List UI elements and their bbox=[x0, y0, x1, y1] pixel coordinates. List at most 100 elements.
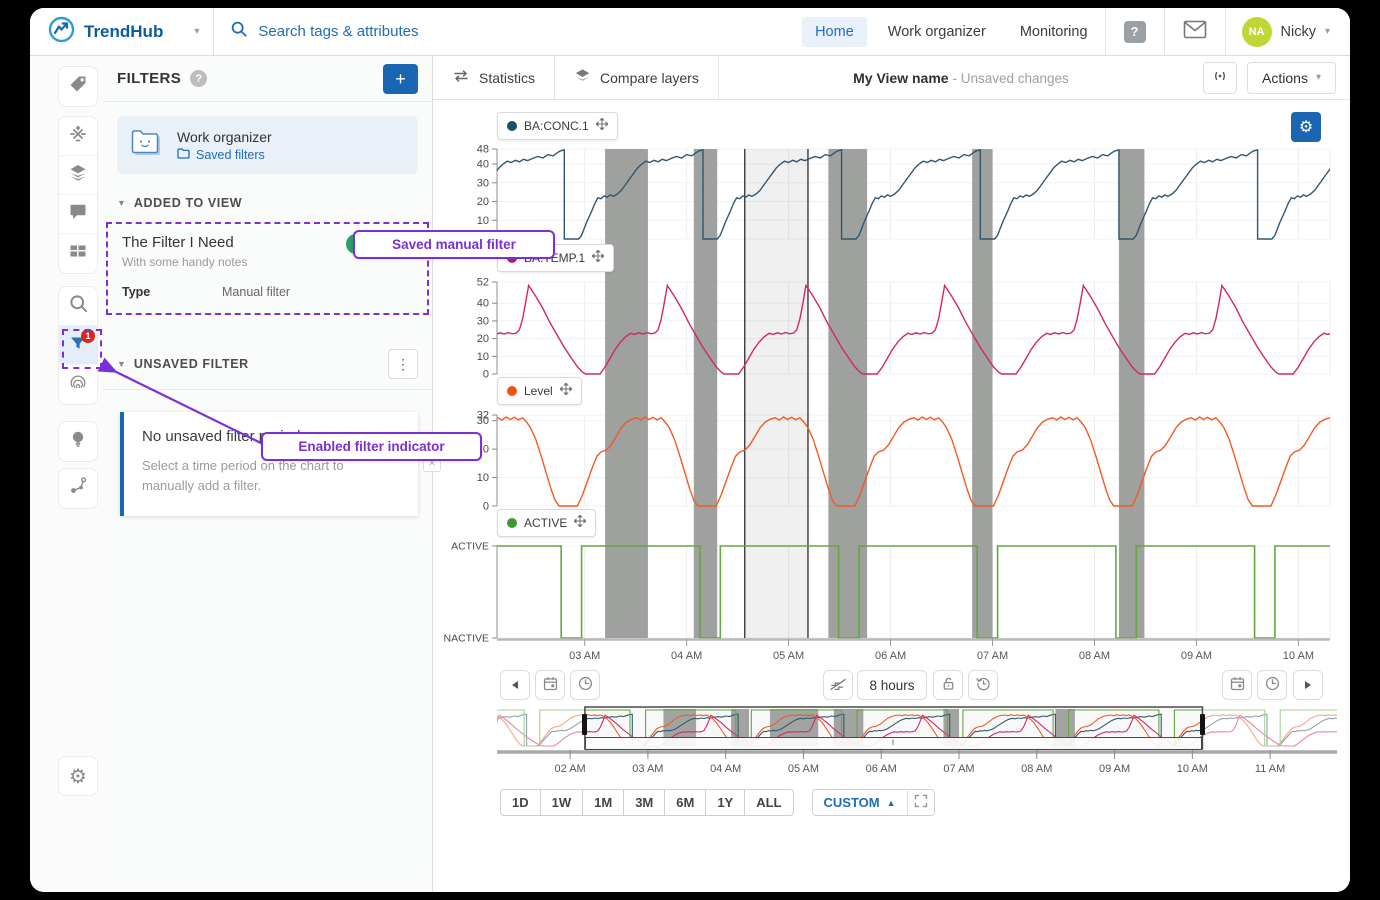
filter-name: The Filter I Need bbox=[122, 234, 247, 251]
actions-button[interactable]: Actions▾ bbox=[1247, 62, 1336, 94]
lock-timespan-button[interactable] bbox=[933, 670, 963, 700]
tab-compare-layers[interactable]: Compare layers bbox=[555, 56, 719, 99]
svg-text:52: 52 bbox=[477, 277, 489, 289]
move-icon[interactable] bbox=[574, 514, 586, 532]
end-time-button[interactable] bbox=[1257, 670, 1287, 700]
svg-text:05 AM: 05 AM bbox=[773, 650, 804, 662]
svg-text:0: 0 bbox=[483, 369, 489, 381]
legend-ba-conc[interactable]: BA:CONC.1 bbox=[497, 112, 618, 140]
pan-right-button[interactable] bbox=[1293, 670, 1323, 700]
svg-text:INACTIVE: INACTIVE bbox=[443, 633, 489, 645]
chart-settings-button[interactable]: ⚙ bbox=[1291, 112, 1321, 142]
filters-help-icon[interactable]: ? bbox=[190, 70, 207, 87]
custom-range-button[interactable]: CUSTOM▲ bbox=[813, 790, 907, 815]
rail-item-dashboard[interactable] bbox=[59, 234, 97, 273]
range-all-button[interactable]: ALL bbox=[745, 789, 793, 816]
lightbulb-icon bbox=[68, 429, 88, 454]
user-menu[interactable]: NA Nicky ▾ bbox=[1225, 8, 1350, 55]
nav-work-organizer[interactable]: Work organizer bbox=[875, 17, 999, 47]
rail-item-fingerprint[interactable] bbox=[59, 365, 97, 404]
calendar-icon bbox=[1229, 675, 1246, 695]
settings-gear-button[interactable]: ⚙ bbox=[58, 756, 98, 796]
nav-monitoring[interactable]: Monitoring bbox=[1007, 17, 1101, 47]
tab-statistics[interactable]: Statistics bbox=[433, 56, 555, 99]
remove-filter-button[interactable]: − bbox=[393, 234, 415, 256]
filter-count-badge: 1 bbox=[81, 329, 95, 343]
svg-text:06 AM: 06 AM bbox=[875, 650, 906, 662]
range-3m-button[interactable]: 3M bbox=[624, 789, 665, 816]
rail-item-ideas[interactable] bbox=[59, 422, 97, 461]
rail-item-context[interactable] bbox=[59, 469, 97, 508]
unsaved-filter-title: No unsaved filter periods bbox=[142, 428, 400, 445]
chart-header: Statistics Compare layers My View name -… bbox=[433, 56, 1350, 100]
overview-minimap[interactable]: ‖ bbox=[497, 706, 1337, 750]
chart-body: 0102030404801020304052010203032ACTIVEINA… bbox=[433, 100, 1350, 665]
fit-range-button[interactable] bbox=[907, 790, 934, 815]
svg-text:04 AM: 04 AM bbox=[710, 763, 741, 775]
rail-item-tags[interactable] bbox=[59, 67, 97, 106]
user-name: Nicky bbox=[1281, 24, 1316, 40]
unsaved-filter-section[interactable]: ▼ UNSAVED FILTER ⋮ bbox=[103, 349, 432, 379]
clock-icon bbox=[1264, 675, 1281, 695]
global-search[interactable] bbox=[213, 8, 798, 55]
top-bar: TrendHub ▾ Home Work organizer Monitorin… bbox=[30, 8, 1350, 56]
chart-panel: Statistics Compare layers My View name -… bbox=[433, 56, 1350, 892]
icon-rail: 1 ⚙ bbox=[30, 56, 103, 892]
chart-type-button[interactable] bbox=[823, 670, 853, 700]
selection-right-handle[interactable] bbox=[1200, 714, 1205, 735]
added-to-view-section[interactable]: ▼ ADDED TO VIEW bbox=[103, 196, 432, 210]
start-time-button[interactable] bbox=[570, 670, 600, 700]
move-icon[interactable] bbox=[560, 382, 572, 400]
range-1m-button[interactable]: 1M bbox=[583, 789, 624, 816]
overview-axis: 02 AM03 AM04 AM05 AM06 AM07 AM08 AM09 AM… bbox=[497, 750, 1350, 781]
svg-text:11 AM: 11 AM bbox=[1255, 763, 1285, 775]
chevron-up-icon: ▲ bbox=[887, 798, 896, 808]
unsaved-filter-menu-button[interactable]: ⋮ bbox=[388, 349, 418, 379]
add-filter-button[interactable]: + bbox=[383, 64, 418, 94]
range-1d-button[interactable]: 1D bbox=[500, 789, 541, 816]
avatar: NA bbox=[1242, 17, 1272, 47]
duration-field[interactable]: 8 hours bbox=[857, 670, 927, 700]
gear-icon: ⚙ bbox=[69, 764, 87, 789]
selection-drag-bar[interactable]: ‖ bbox=[585, 737, 1203, 750]
range-1w-button[interactable]: 1W bbox=[541, 789, 584, 816]
work-organizer-card[interactable]: Work organizer Saved filters bbox=[117, 116, 418, 174]
messages-button[interactable] bbox=[1164, 8, 1225, 55]
filters-panel: FILTERS ? + Work organizer Saved filters… bbox=[103, 56, 433, 892]
live-mode-button[interactable] bbox=[1203, 62, 1237, 94]
history-button[interactable] bbox=[968, 670, 998, 700]
clock-icon bbox=[577, 675, 594, 695]
rail-item-search[interactable] bbox=[59, 287, 97, 326]
help-button[interactable]: ? bbox=[1105, 8, 1164, 55]
svg-text:03 AM: 03 AM bbox=[569, 650, 600, 662]
chevron-down-icon: ▼ bbox=[117, 198, 126, 208]
brand-chevron-down-icon[interactable]: ▾ bbox=[194, 26, 199, 37]
search-input[interactable] bbox=[258, 23, 578, 40]
filters-title: FILTERS bbox=[117, 70, 181, 87]
rail-item-formulas[interactable] bbox=[59, 117, 97, 156]
legend-level[interactable]: Level bbox=[497, 377, 582, 405]
panel-close-button[interactable]: ✕ bbox=[423, 454, 441, 472]
legend-ba-temp[interactable]: BA:TEMP.1 bbox=[497, 244, 614, 272]
legend-active[interactable]: ACTIVE bbox=[497, 509, 596, 537]
saved-filters-link[interactable]: Saved filters bbox=[177, 148, 272, 162]
rail-item-filters[interactable]: 1 bbox=[59, 326, 97, 365]
range-6m-button[interactable]: 6M bbox=[665, 789, 706, 816]
swap-arrows-icon bbox=[452, 69, 470, 86]
filter-enabled-toggle[interactable] bbox=[346, 234, 384, 254]
rail-item-comments[interactable] bbox=[59, 195, 97, 234]
range-1y-button[interactable]: 1Y bbox=[706, 789, 745, 816]
move-icon[interactable] bbox=[592, 249, 604, 267]
pan-left-button[interactable] bbox=[500, 670, 530, 700]
brand[interactable]: TrendHub ▾ bbox=[30, 16, 213, 48]
rail-item-layers[interactable] bbox=[59, 156, 97, 195]
filter-item[interactable]: The Filter I Need With some handy notes … bbox=[122, 234, 415, 269]
end-date-button[interactable] bbox=[1222, 670, 1252, 700]
series-color-dot bbox=[507, 518, 517, 528]
nav-home[interactable]: Home bbox=[802, 17, 867, 47]
move-icon[interactable] bbox=[596, 117, 608, 135]
selection-left-handle[interactable] bbox=[582, 714, 587, 735]
panel-collapse-button[interactable]: ‖ bbox=[423, 432, 441, 450]
tag-icon bbox=[68, 74, 88, 99]
start-date-button[interactable] bbox=[535, 670, 565, 700]
